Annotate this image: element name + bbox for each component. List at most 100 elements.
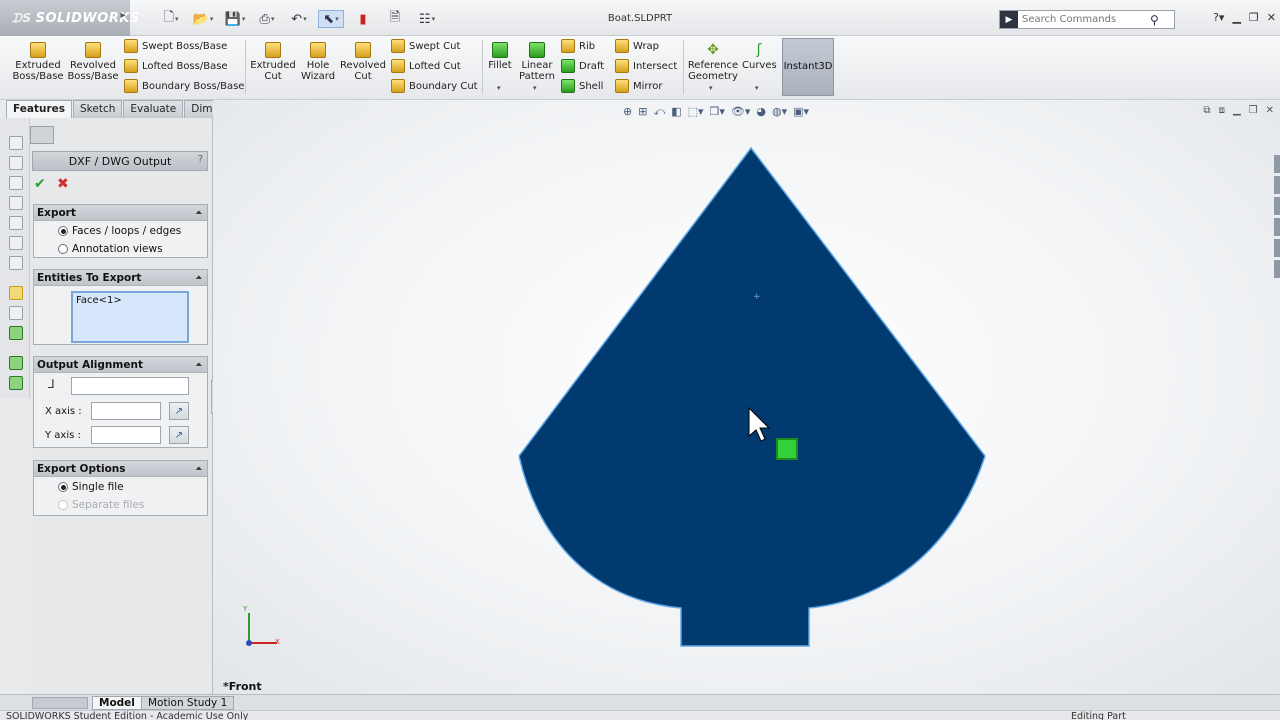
viewport-restore-icon[interactable]: ⧈	[1219, 105, 1225, 116]
collapse-icon[interactable]: ⏶	[196, 464, 202, 474]
pattern-dropdown-icon[interactable]: ▾	[533, 84, 537, 92]
close-button[interactable]: ✕	[1267, 11, 1276, 24]
tab-sketch[interactable]: Sketch	[73, 100, 123, 118]
view-settings-icon[interactable]: ▣▾	[793, 105, 809, 119]
search-input[interactable]	[1018, 14, 1148, 25]
lofted-cut-button[interactable]: Lofted Cut	[391, 59, 461, 73]
selection-handle-icon[interactable]	[776, 438, 798, 460]
tab-evaluate[interactable]: Evaluate	[123, 100, 184, 118]
draft-button[interactable]: Draft	[561, 59, 604, 73]
help-icon[interactable]: ?▾	[1213, 11, 1224, 24]
y-axis-field[interactable]	[91, 426, 161, 444]
task-pane-tab[interactable]	[1274, 260, 1280, 278]
viewport-restore-down-icon[interactable]: ❐	[1249, 105, 1258, 116]
viewport-close-icon[interactable]: ✕	[1266, 105, 1274, 116]
section-view-icon[interactable]: ◧	[671, 105, 681, 119]
previous-view-icon[interactable]: ⤺	[653, 105, 665, 119]
origin-field[interactable]	[71, 377, 189, 395]
sketch-tool-icon[interactable]	[9, 286, 23, 300]
task-pane-tab[interactable]	[1274, 197, 1280, 215]
open-button[interactable]: 📂 ▾	[190, 10, 216, 28]
display-style-icon[interactable]: ❒▾	[710, 105, 725, 119]
tab-motion-study[interactable]: Motion Study 1	[141, 696, 235, 710]
wrap-button[interactable]: Wrap	[615, 39, 659, 53]
entities-selection-list[interactable]: Face<1>	[71, 291, 189, 343]
tab-features[interactable]: Features	[6, 100, 72, 118]
rebuild-button[interactable]: ▮	[350, 10, 376, 28]
minimize-button[interactable]: ▁	[1232, 11, 1240, 24]
strip-icon[interactable]	[9, 136, 23, 150]
strip-icon[interactable]	[9, 156, 23, 170]
task-pane-tab[interactable]	[1274, 239, 1280, 257]
task-pane-tab[interactable]	[1274, 155, 1280, 173]
file-properties-button[interactable]: 🗎	[382, 10, 408, 28]
lofted-boss-button[interactable]: Lofted Boss/Base	[124, 59, 228, 73]
help-icon[interactable]: ?	[198, 154, 203, 165]
intersect-button[interactable]: Intersect	[615, 59, 677, 73]
fillet-dropdown-icon[interactable]: ▾	[497, 84, 501, 92]
export-options-group-header[interactable]: Export Options ⏶	[34, 461, 207, 477]
collapse-icon[interactable]: ⏶	[196, 360, 202, 370]
hide-show-items-icon[interactable]: 👁▾	[731, 105, 751, 119]
apply-scene-icon[interactable]: ◍▾	[772, 105, 787, 119]
extruded-cut-button[interactable]: Extruded Cut	[248, 40, 298, 82]
ok-checkmark-icon[interactable]: ✔	[34, 176, 46, 192]
rib-button[interactable]: Rib	[561, 39, 595, 53]
radio-faces-loops-edges[interactable]: Faces / loops / edges	[34, 222, 207, 240]
x-axis-field[interactable]	[91, 402, 161, 420]
collapse-icon[interactable]: ⏶	[196, 273, 202, 283]
select-button[interactable]: ⬉ ▾	[318, 10, 344, 28]
graphics-area[interactable]: + ⊕ ⊞ ⤺ ◧ ⬚▾ ❒▾ 👁▾ ◕ ◍▾ ▣▾ ⧉ ⧈ ▁ ❐ ✕ Y X…	[213, 100, 1280, 694]
strip-icon[interactable]	[9, 236, 23, 250]
reference-dropdown-icon[interactable]: ▾	[709, 84, 713, 92]
save-button[interactable]: 💾 ▾	[222, 10, 248, 28]
strip-icon[interactable]	[9, 306, 23, 320]
radio-single-file[interactable]: Single file	[34, 478, 207, 496]
zoom-to-fit-icon[interactable]: ⊕	[623, 105, 632, 119]
strip-icon[interactable]	[9, 356, 23, 370]
strip-icon[interactable]	[9, 376, 23, 390]
revolved-cut-button[interactable]: Revolved Cut	[340, 40, 386, 82]
curves-dropdown-icon[interactable]: ▾	[755, 84, 759, 92]
new-document-button[interactable]: 🗋 ▾	[158, 10, 184, 28]
entities-group-header[interactable]: Entities To Export ⏶	[34, 270, 207, 286]
viewport-minimize-icon[interactable]: ▁	[1233, 105, 1241, 116]
y-axis-reverse-button[interactable]: ↗	[169, 426, 189, 444]
search-commands-box[interactable]: ▶ ⚲	[999, 10, 1175, 29]
panel-tab[interactable]	[30, 126, 54, 144]
mirror-button[interactable]: Mirror	[615, 79, 662, 93]
list-item[interactable]: Face<1>	[76, 295, 184, 306]
viewport-tile-icon[interactable]: ⧉	[1203, 105, 1210, 116]
fillet-button[interactable]: Fillet	[485, 40, 515, 71]
revolved-boss-button[interactable]: Revolved Boss/Base	[67, 40, 119, 82]
boundary-cut-button[interactable]: Boundary Cut	[391, 79, 478, 93]
curves-button[interactable]: ʃ Curves	[742, 40, 777, 71]
options-button[interactable]: ☷ ▾	[414, 10, 440, 28]
strip-icon[interactable]	[9, 256, 23, 270]
export-group-header[interactable]: Export ⏶	[34, 205, 207, 221]
restore-button[interactable]: ❐	[1249, 11, 1259, 24]
view-orientation-icon[interactable]: ⬚▾	[688, 105, 704, 119]
alignment-group-header[interactable]: Output Alignment ⏶	[34, 357, 207, 373]
instant3d-button[interactable]: Instant3D	[782, 38, 834, 96]
edit-appearance-icon[interactable]: ◕	[756, 105, 766, 119]
radio-annotation-views[interactable]: Annotation views	[34, 240, 207, 258]
strip-icon[interactable]	[9, 216, 23, 230]
boundary-boss-button[interactable]: Boundary Boss/Base	[124, 79, 244, 93]
tab-scroll-buttons[interactable]	[32, 697, 88, 709]
swept-boss-button[interactable]: Swept Boss/Base	[124, 39, 227, 53]
strip-icon[interactable]	[9, 176, 23, 190]
x-axis-reverse-button[interactable]: ↗	[169, 402, 189, 420]
shell-button[interactable]: Shell	[561, 79, 603, 93]
strip-icon[interactable]	[9, 196, 23, 210]
task-pane-tab[interactable]	[1274, 218, 1280, 236]
extruded-boss-button[interactable]: Extruded Boss/Base	[12, 40, 64, 82]
print-button[interactable]: ⎙ ▾	[254, 10, 280, 28]
solidworks-logo[interactable]: ᗪS SOLIDWORKS ▸	[0, 0, 139, 36]
undo-button[interactable]: ↶ ▾	[286, 10, 312, 28]
hole-wizard-button[interactable]: Hole Wizard	[296, 40, 340, 82]
cancel-x-icon[interactable]: ✖	[57, 176, 69, 192]
boat-face[interactable]	[518, 146, 986, 647]
task-pane-tab[interactable]	[1274, 176, 1280, 194]
tab-model[interactable]: Model	[92, 696, 142, 710]
